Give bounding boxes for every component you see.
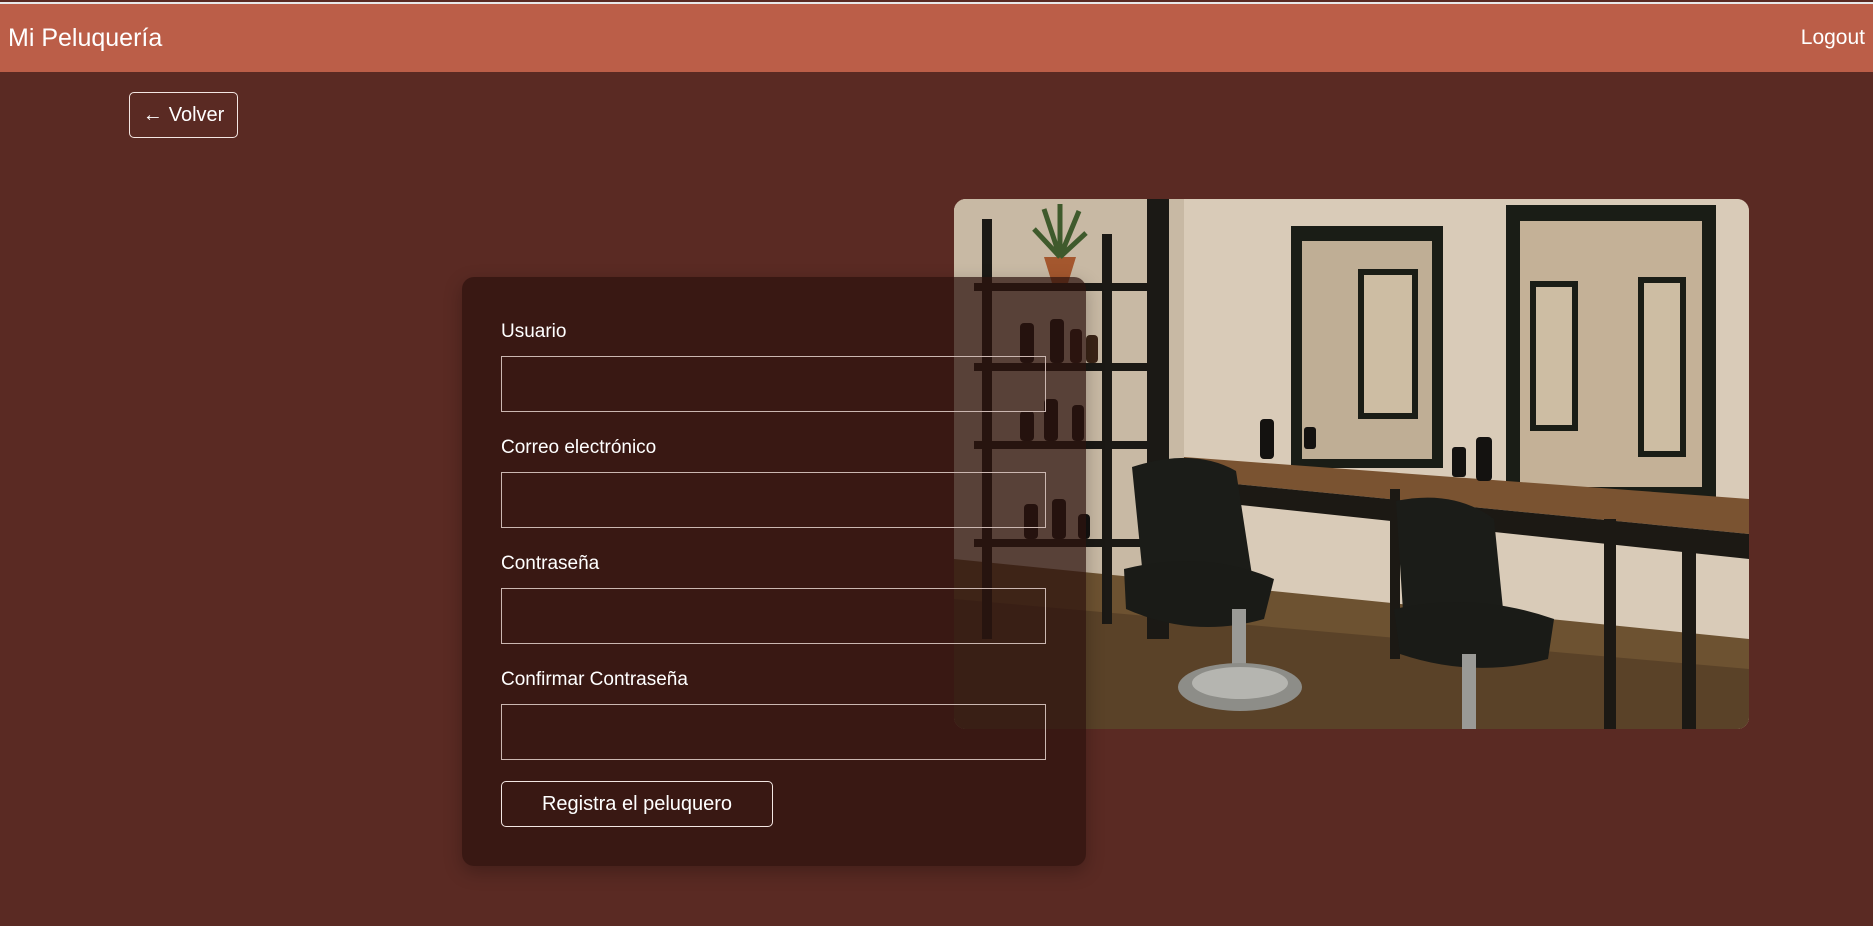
logout-link[interactable]: Logout — [1801, 26, 1865, 50]
username-input[interactable] — [501, 356, 1046, 412]
register-button[interactable]: Registra el peluquero — [501, 781, 773, 827]
navbar: Mi Peluquería Logout — [0, 2, 1873, 72]
email-input[interactable] — [501, 472, 1046, 528]
arrow-left-icon: ← — [142, 103, 163, 126]
brand-title[interactable]: Mi Peluquería — [8, 24, 162, 53]
password-label: Contraseña — [501, 553, 600, 574]
confirm-password-input[interactable] — [501, 704, 1046, 760]
email-label: Correo electrónico — [501, 437, 657, 458]
password-input[interactable] — [501, 588, 1046, 644]
username-label: Usuario — [501, 321, 567, 342]
back-button-label: Volver — [168, 103, 225, 126]
back-button[interactable]: ← Volver — [129, 92, 238, 138]
register-form-card: Usuario Correo electrónico Contraseña Co… — [462, 277, 1086, 866]
confirm-password-label: Confirmar Contraseña — [501, 669, 688, 690]
